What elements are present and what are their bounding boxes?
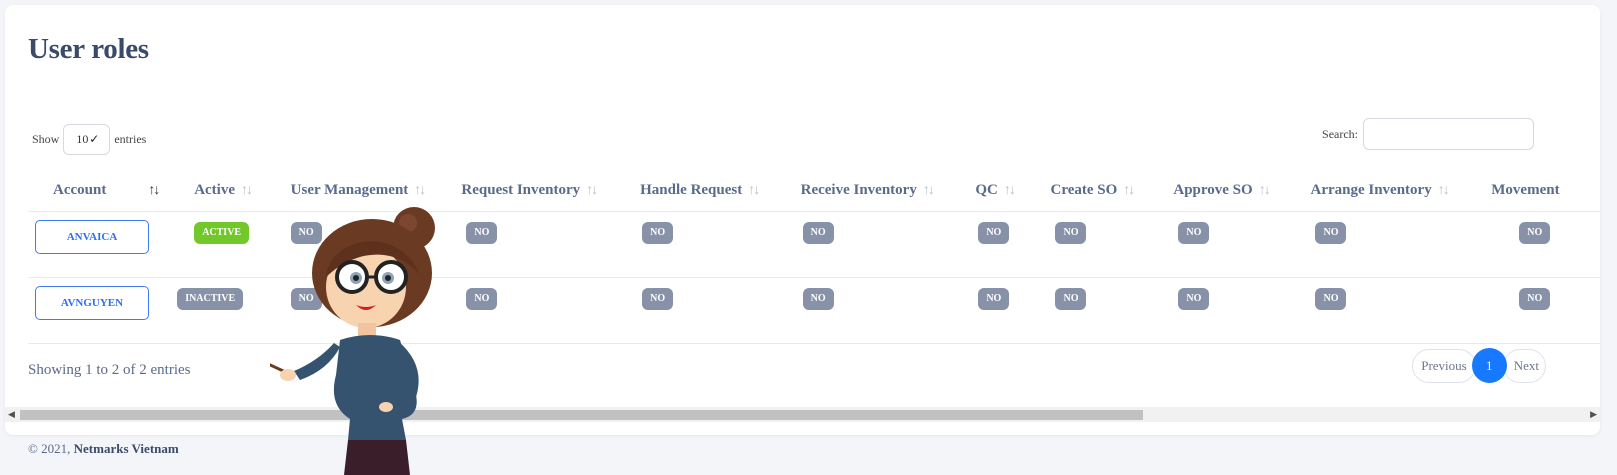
permission-badge: NO	[802, 287, 834, 310]
permission-badge: NO	[978, 287, 1010, 310]
permission-badge: NO	[978, 221, 1010, 244]
roles-table: Account ↑↓ Active ↑↓ User Management ↑↓ Req…	[28, 171, 1600, 344]
previous-button[interactable]: Previous	[1412, 348, 1476, 383]
entries-length-control: Show 10 ✓ entries	[32, 124, 146, 155]
column-header-account[interactable]: Account ↑↓	[28, 171, 171, 212]
sort-icon: ↑↓	[748, 183, 760, 199]
column-header-request-inventory[interactable]: Request Inventory ↑↓	[444, 171, 623, 212]
account-button[interactable]: AVNGUYEN	[35, 285, 149, 320]
permission-badge: NO	[1315, 287, 1347, 310]
permission-badge: NO	[1055, 287, 1087, 310]
permission-cell: NO	[1034, 211, 1158, 278]
permission-cell: NO	[1294, 277, 1476, 344]
scroll-right-icon[interactable]: ▶	[1590, 409, 1597, 420]
status-badge: ACTIVE	[194, 221, 250, 244]
column-header-active[interactable]: Active ↑↓	[170, 171, 267, 212]
active-cell: INACTIVE	[170, 277, 267, 344]
permission-badge: NO	[1519, 221, 1551, 244]
column-header-receive-inventory[interactable]: Receive Inventory ↑↓	[782, 171, 959, 212]
permission-cell: NO	[1034, 277, 1158, 344]
active-cell: ACTIVE	[170, 211, 267, 278]
permission-cell: NO	[782, 277, 959, 344]
show-label: Show	[32, 132, 60, 146]
permission-cell: NO	[1475, 277, 1600, 344]
table-row: AVNGUYEN INACTIVE NO NO NO NO NO NO NO N…	[28, 277, 1600, 344]
horizontal-scrollbar[interactable]: ◀ ▶	[5, 407, 1600, 422]
permission-badge: NO	[1178, 287, 1210, 310]
permission-badge: NO	[642, 221, 674, 244]
sort-asc-icon: ↑↓	[148, 183, 160, 199]
account-cell: AVNGUYEN	[28, 277, 171, 344]
permission-cell: NO	[1475, 211, 1600, 278]
search-input[interactable]	[1363, 118, 1534, 150]
column-header-qc[interactable]: QC ↑↓	[958, 171, 1035, 212]
permission-badge: NO	[642, 287, 674, 310]
permission-cell: NO	[1294, 211, 1476, 278]
sort-icon: ↑↓	[922, 183, 935, 199]
entries-select[interactable]: 10 ✓	[63, 124, 111, 155]
user-roles-card: User roles Show 10 ✓ entries Search: Acc…	[5, 5, 1600, 435]
table-header-row: Account ↑↓ Active ↑↓ User Management ↑↓ Req…	[28, 171, 1600, 212]
permission-cell: NO	[1157, 211, 1295, 278]
sort-icon: ↑↓	[414, 183, 426, 199]
entries-label: entries	[114, 132, 147, 146]
column-header-movement[interactable]: Movement	[1475, 171, 1600, 212]
company-name: Netmarks Vietnam	[73, 441, 179, 456]
permission-cell: NO	[444, 211, 623, 278]
column-header-create-so[interactable]: Create SO ↑↓	[1034, 171, 1158, 212]
permission-badge: NO	[802, 221, 834, 244]
sort-icon: ↑↓	[1258, 183, 1271, 199]
page-1-button[interactable]: 1	[1471, 348, 1507, 383]
sort-icon: ↑↓	[1123, 183, 1135, 199]
page-title: User roles	[28, 33, 149, 65]
permission-cell: NO	[622, 277, 783, 344]
permission-cell: NO	[444, 277, 623, 344]
permission-badge: NO	[1315, 221, 1347, 244]
permission-badge: NO	[466, 287, 498, 310]
sort-icon: ↑↓	[241, 183, 253, 199]
search-label: Search:	[1322, 126, 1358, 141]
sort-icon: ↑↓	[586, 183, 598, 199]
footer: © 2021, Netmarks Vietnam	[28, 441, 179, 457]
permission-cell: NO	[622, 211, 783, 278]
status-badge: INACTIVE	[177, 287, 244, 310]
entries-select-value: 10	[76, 132, 89, 146]
column-header-handle-request[interactable]: Handle Request ↑↓	[622, 171, 783, 212]
skirt	[344, 440, 410, 475]
pagination: Previous 1 Next	[1412, 348, 1546, 383]
account-cell: ANVAICA	[28, 211, 171, 278]
sort-icon: ↑↓	[1003, 183, 1016, 199]
teacher-illustration	[270, 207, 435, 475]
table-row: ANVAICA ACTIVE NO NO NO NO NO NO NO NO N…	[28, 211, 1600, 278]
permission-badge: NO	[1178, 221, 1210, 244]
column-header-arrange-inventory[interactable]: Arrange Inventory ↑↓	[1294, 171, 1476, 212]
column-header-approve-so[interactable]: Approve SO ↑↓	[1157, 171, 1295, 212]
chevron-down-icon: ✓	[89, 132, 100, 146]
permission-cell: NO	[782, 211, 959, 278]
permission-cell: NO	[958, 277, 1035, 344]
permission-badge: NO	[1055, 221, 1087, 244]
next-button[interactable]: Next	[1502, 348, 1546, 383]
permission-cell: NO	[958, 211, 1035, 278]
copyright-text: © 2021,	[28, 441, 71, 456]
scroll-left-icon[interactable]: ◀	[8, 409, 15, 420]
search-control: Search:	[1322, 118, 1534, 150]
pointer-stick	[270, 363, 293, 377]
permission-badge: NO	[1519, 287, 1551, 310]
table-info: Showing 1 to 2 of 2 entries	[28, 362, 191, 378]
scrollbar-thumb[interactable]	[20, 410, 1143, 420]
permission-cell: NO	[1157, 277, 1295, 344]
permission-badge: NO	[466, 221, 498, 244]
account-button[interactable]: ANVAICA	[35, 219, 149, 254]
sort-icon: ↑↓	[1437, 183, 1450, 199]
